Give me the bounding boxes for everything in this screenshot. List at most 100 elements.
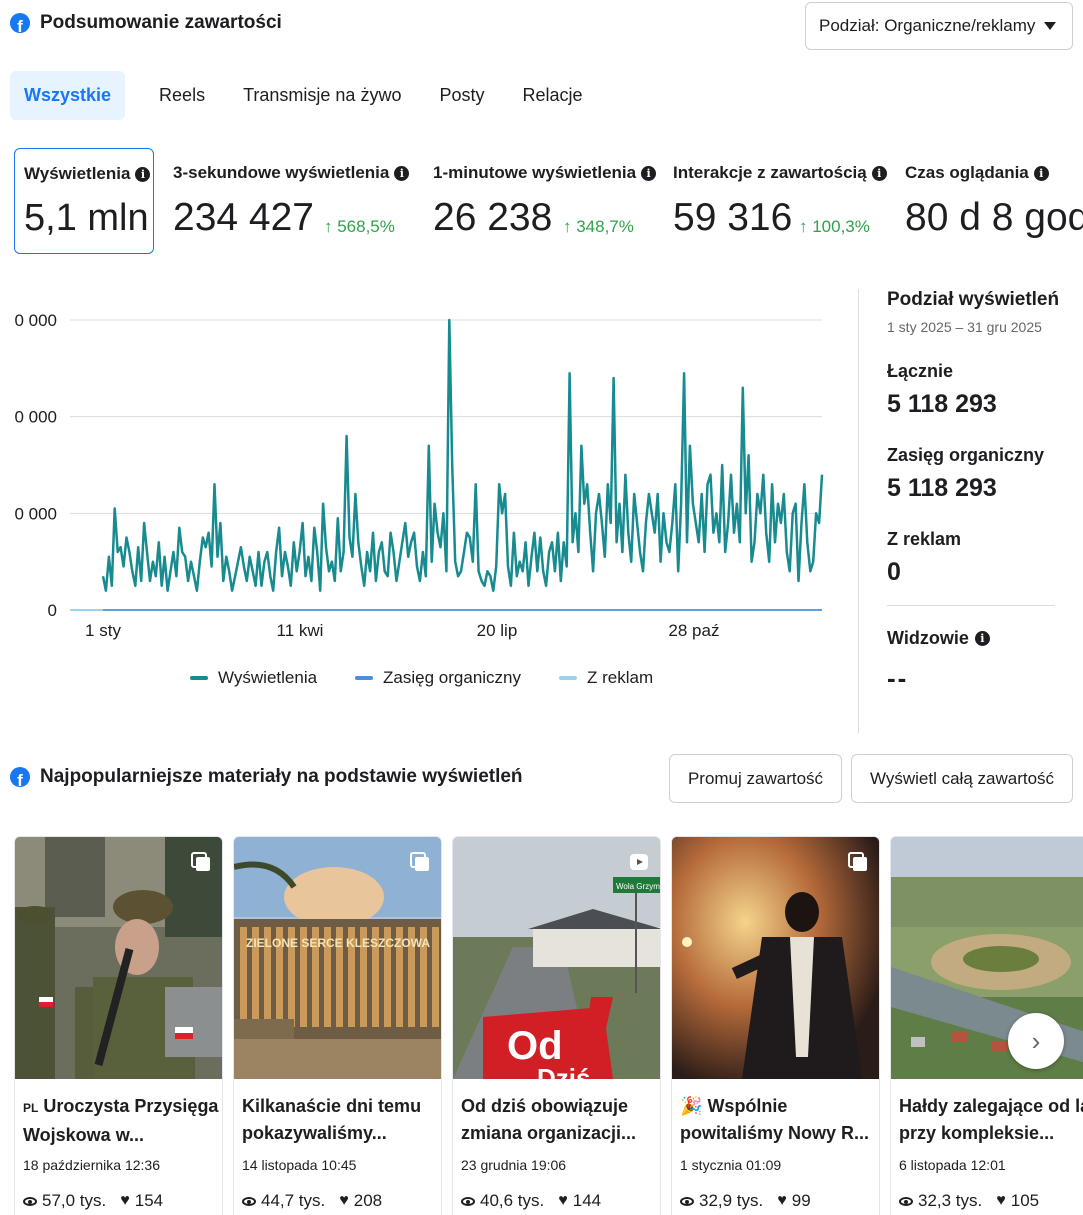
info-icon[interactable]: i	[871, 165, 887, 181]
info-icon[interactable]: i	[394, 165, 410, 181]
likes-stat: ♥ 144	[558, 1191, 602, 1210]
metric-3s-views[interactable]: 3-sekundowe wyświetlenia i 234 427 ↑ 568,…	[173, 148, 423, 254]
thumb-sign-text: ZIELONE SERCE KLESZCZOWA	[246, 936, 430, 950]
metric-1min-views[interactable]: 1-minutowe wyświetlenia i 26 238 ↑ 348,7%	[433, 148, 663, 254]
metric-label: 3-sekundowe wyświetlenia i	[173, 163, 410, 183]
metric-views[interactable]: Wyświetlenia i 5,1 mln	[14, 148, 154, 254]
metric-value: 234 427	[173, 196, 314, 239]
legend-item-views[interactable]: Wyświetlenia	[190, 668, 317, 688]
card-thumbnail[interactable]: ZIELONE SERCE KLESZCZOWA	[234, 837, 441, 1079]
split-dropdown[interactable]: Podział: Organiczne/reklamy	[805, 2, 1073, 50]
split-dropdown-label: Podział: Organiczne/reklamy	[819, 16, 1036, 35]
card-stats: 57,0 tys. ♥ 154	[23, 1191, 163, 1211]
heart-icon: ♥	[996, 1192, 1006, 1209]
album-icon	[410, 852, 429, 871]
content-card[interactable]: 🎉 Wspólnie powitaliśmy Nowy R... 1 stycz…	[671, 836, 880, 1215]
thumb-text: Dziś	[537, 1063, 590, 1079]
views-stat: 57,0 tys.	[23, 1191, 106, 1211]
card-thumbnail[interactable]	[15, 837, 222, 1079]
metric-value: 80 d 8 god	[905, 196, 1083, 239]
info-icon[interactable]: i	[1033, 165, 1049, 181]
metric-value: 59 316	[673, 196, 793, 239]
heart-icon: ♥	[777, 1192, 787, 1209]
metric-change: ↑ 568,5%	[324, 217, 395, 236]
card-thumbnail[interactable]	[672, 837, 879, 1079]
tab-stories[interactable]: Relacje	[509, 71, 597, 120]
caret-down-icon	[1044, 22, 1056, 30]
legend-item-ads[interactable]: Z reklam	[559, 668, 653, 688]
metric-watch-time[interactable]: Czas oglądania i 80 d 8 god	[905, 148, 1083, 254]
divider	[858, 289, 859, 733]
card-title: 🎉 Wspólnie powitaliśmy Nowy R...	[680, 1096, 870, 1143]
views-stat: 32,9 tys.	[680, 1191, 763, 1211]
metric-interactions[interactable]: Interakcje z zawartością i 59 316 ↑ 100,3…	[673, 148, 893, 254]
legend-swatch-ads	[559, 676, 578, 680]
y-tick-label: 0 000	[14, 311, 57, 330]
metrics-row: Wyświetlenia i 5,1 mln 3-sekundowe wyświe…	[14, 148, 1083, 256]
ads-value: 0	[887, 558, 901, 586]
legend-item-organic[interactable]: Zasięg organiczny	[355, 668, 521, 688]
views-chart-svg: 0 000 0 000 0 000 0 1 sty 11 kwi 20 lip 28 paź	[14, 311, 824, 640]
legend-label: Z reklam	[587, 668, 654, 687]
info-icon[interactable]: i	[974, 631, 990, 646]
card-stats: 44,7 tys. ♥ 208	[242, 1191, 382, 1211]
tab-reels[interactable]: Reels	[145, 71, 219, 120]
views-stat: 40,6 tys.	[461, 1191, 544, 1211]
info-icon[interactable]: i	[641, 165, 657, 181]
metric-change: ↑ 348,7%	[563, 217, 634, 236]
carousel-next-button[interactable]: ›	[1008, 1013, 1064, 1069]
card-date: 6 listopada 12:01	[899, 1157, 1006, 1173]
album-icon	[848, 852, 867, 871]
heart-icon: ♥	[558, 1192, 568, 1209]
thumb-text: Od	[507, 1024, 563, 1068]
content-card[interactable]: ZIELONE SERCE KLESZCZOWA Kilkanaście dni…	[233, 836, 442, 1215]
viewers-label: Widzowie i	[887, 628, 1077, 649]
promote-content-button[interactable]: Promuj zawartość	[669, 754, 842, 803]
heart-icon: ♥	[120, 1192, 130, 1209]
content-card[interactable]: Wola Grzym Od Dziś Od dziś obowiązuje zm…	[452, 836, 661, 1215]
eye-icon	[461, 1196, 475, 1206]
breakdown-title: Podział wyświetleń	[887, 289, 1060, 310]
heart-icon: ♥	[339, 1192, 349, 1209]
card-date: 14 listopada 10:45	[242, 1157, 357, 1173]
metric-change: ↑ 100,3%	[799, 217, 870, 236]
total-value: 5 118 293	[887, 390, 997, 418]
likes-stat: ♥ 208	[339, 1191, 383, 1210]
card-title: Hałdy zalegające od la przy kompleksie..…	[899, 1096, 1083, 1143]
x-tick-label: 1 sty	[85, 621, 121, 640]
tab-live[interactable]: Transmisje na żywo	[229, 71, 415, 120]
reel-icon	[630, 854, 648, 870]
metric-value: 26 238	[433, 196, 553, 239]
card-date: 1 stycznia 01:09	[680, 1157, 782, 1173]
x-tick-label: 11 kwi	[277, 621, 324, 640]
views-breakdown-panel: Podział wyświetleń 1 sty 2025 – 31 gru 2…	[887, 289, 1077, 694]
card-date: 23 grudnia 19:06	[461, 1157, 567, 1173]
tab-posts[interactable]: Posty	[425, 71, 498, 120]
viewers-value: --	[887, 663, 909, 693]
y-tick-label: 0 000	[14, 504, 57, 523]
card-title: Kilkanaście dni temu pokazywaliśmy...	[242, 1096, 422, 1143]
card-stats: 32,9 tys. ♥ 99	[680, 1191, 811, 1211]
divider	[887, 605, 1055, 606]
chart-legend: Wyświetlenia Zasięg organiczny Z reklam	[190, 668, 653, 688]
likes-stat: ♥ 154	[120, 1191, 164, 1210]
legend-swatch-organic	[355, 676, 374, 680]
total-label: Łącznie	[887, 361, 954, 381]
views-chart: 0 000 0 000 0 000 0 1 sty 11 kwi 20 lip 28 paź	[0, 290, 840, 710]
content-card[interactable]: PL Uroczysta Przysięga Wojskowa w... 18 …	[14, 836, 223, 1215]
organic-value: 5 118 293	[887, 474, 997, 502]
x-tick-label: 20 lip	[477, 621, 518, 640]
eye-icon	[23, 1196, 37, 1206]
card-thumbnail[interactable]: Wola Grzym Od Dziś	[453, 837, 660, 1079]
thumb-sign-text: Wola Grzym	[616, 882, 660, 891]
info-icon[interactable]: i	[135, 166, 151, 182]
y-tick-label: 0	[48, 601, 57, 620]
view-all-content-button[interactable]: Wyświetl całą zawartość	[851, 754, 1073, 803]
top-content-title: Najpopularniejsze materiały na podstawie…	[40, 766, 523, 787]
metric-label: 1-minutowe wyświetlenia i	[433, 163, 657, 183]
album-icon	[191, 852, 210, 871]
ads-label: Z reklam	[887, 529, 962, 549]
card-date: 18 października 12:36	[23, 1157, 160, 1173]
date-range: 1 sty 2025 – 31 gru 2025	[887, 319, 1042, 335]
tab-all[interactable]: Wszystkie	[10, 71, 126, 120]
